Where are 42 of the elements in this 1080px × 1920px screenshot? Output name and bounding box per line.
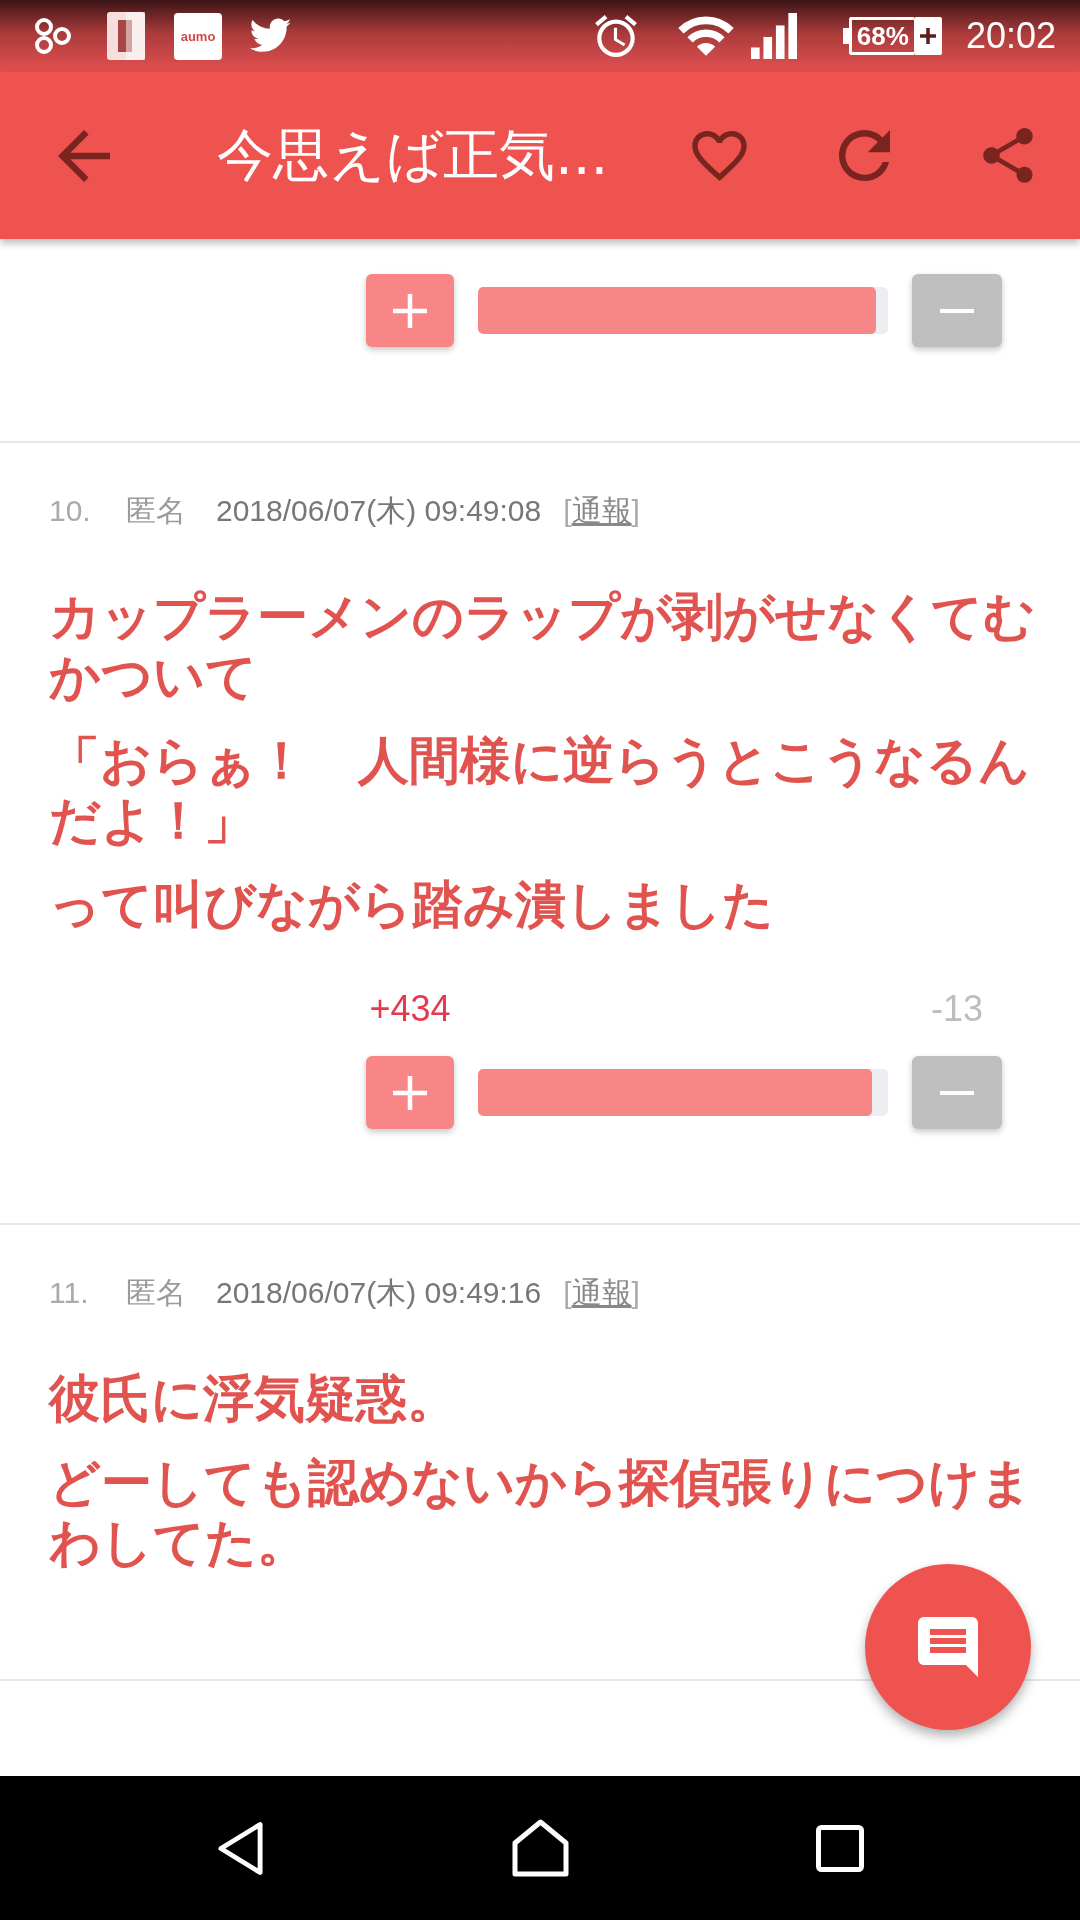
upvote-button[interactable] xyxy=(366,274,454,347)
plus-icon xyxy=(393,293,427,328)
compose-button[interactable] xyxy=(865,1564,1031,1730)
author-name: 匿名 xyxy=(126,1275,186,1311)
post-text: 「おらぁ！ 人間様に逆らうとこうなるんだよ！」 xyxy=(49,730,1031,852)
wifi-icon xyxy=(676,15,735,57)
post-date: 2018/06/07(木) 09:49:08 xyxy=(216,493,542,529)
clock-time: 20:02 xyxy=(965,15,1056,57)
post-number: 11. xyxy=(49,1275,90,1311)
downvote-button[interactable] xyxy=(912,274,1002,347)
page-title: 今思えば正気... xyxy=(217,120,609,189)
downvote-button[interactable] xyxy=(912,1056,1002,1129)
post-text: カップラーメンのラップが剥がせなくてむかついて xyxy=(49,586,1036,708)
upvote-count: +434 xyxy=(369,989,451,1029)
post-text: どーしても認めないから探偵張りにつけまわしてた。 xyxy=(49,1452,1033,1574)
rings-icon xyxy=(34,18,72,54)
share-icon[interactable] xyxy=(983,128,1033,183)
post-number: 10. xyxy=(49,493,92,529)
downvote-count: -13 xyxy=(931,989,983,1029)
square-icon[interactable] xyxy=(816,1824,864,1872)
app-tile-icon xyxy=(107,12,145,60)
post-text: 彼氏に浮気疑惑。 xyxy=(49,1368,458,1430)
plus-icon xyxy=(393,1075,427,1110)
post-text: って叫びながら踏み潰しました xyxy=(49,874,774,936)
report-link[interactable]: [通報] xyxy=(563,1273,640,1313)
minus-icon xyxy=(940,308,974,313)
report-link[interactable]: [通報] xyxy=(563,491,640,531)
author-name: 匿名 xyxy=(126,493,186,529)
comment-icon xyxy=(918,1617,978,1677)
home-icon[interactable] xyxy=(511,1819,570,1877)
post-date: 2018/06/07(木) 09:49:16 xyxy=(216,1275,542,1311)
minus-icon xyxy=(940,1090,974,1095)
heart-icon[interactable] xyxy=(692,130,747,181)
alarm-clock-icon xyxy=(594,15,637,57)
upvote-button[interactable] xyxy=(366,1056,454,1129)
refresh-icon[interactable] xyxy=(839,130,890,181)
signal-icon xyxy=(750,13,797,59)
back-arrow-icon[interactable] xyxy=(58,129,110,182)
app-logo: aumo xyxy=(174,12,222,60)
back-icon[interactable] xyxy=(216,1820,265,1876)
plus-icon xyxy=(913,17,942,55)
bird-icon xyxy=(248,17,293,55)
